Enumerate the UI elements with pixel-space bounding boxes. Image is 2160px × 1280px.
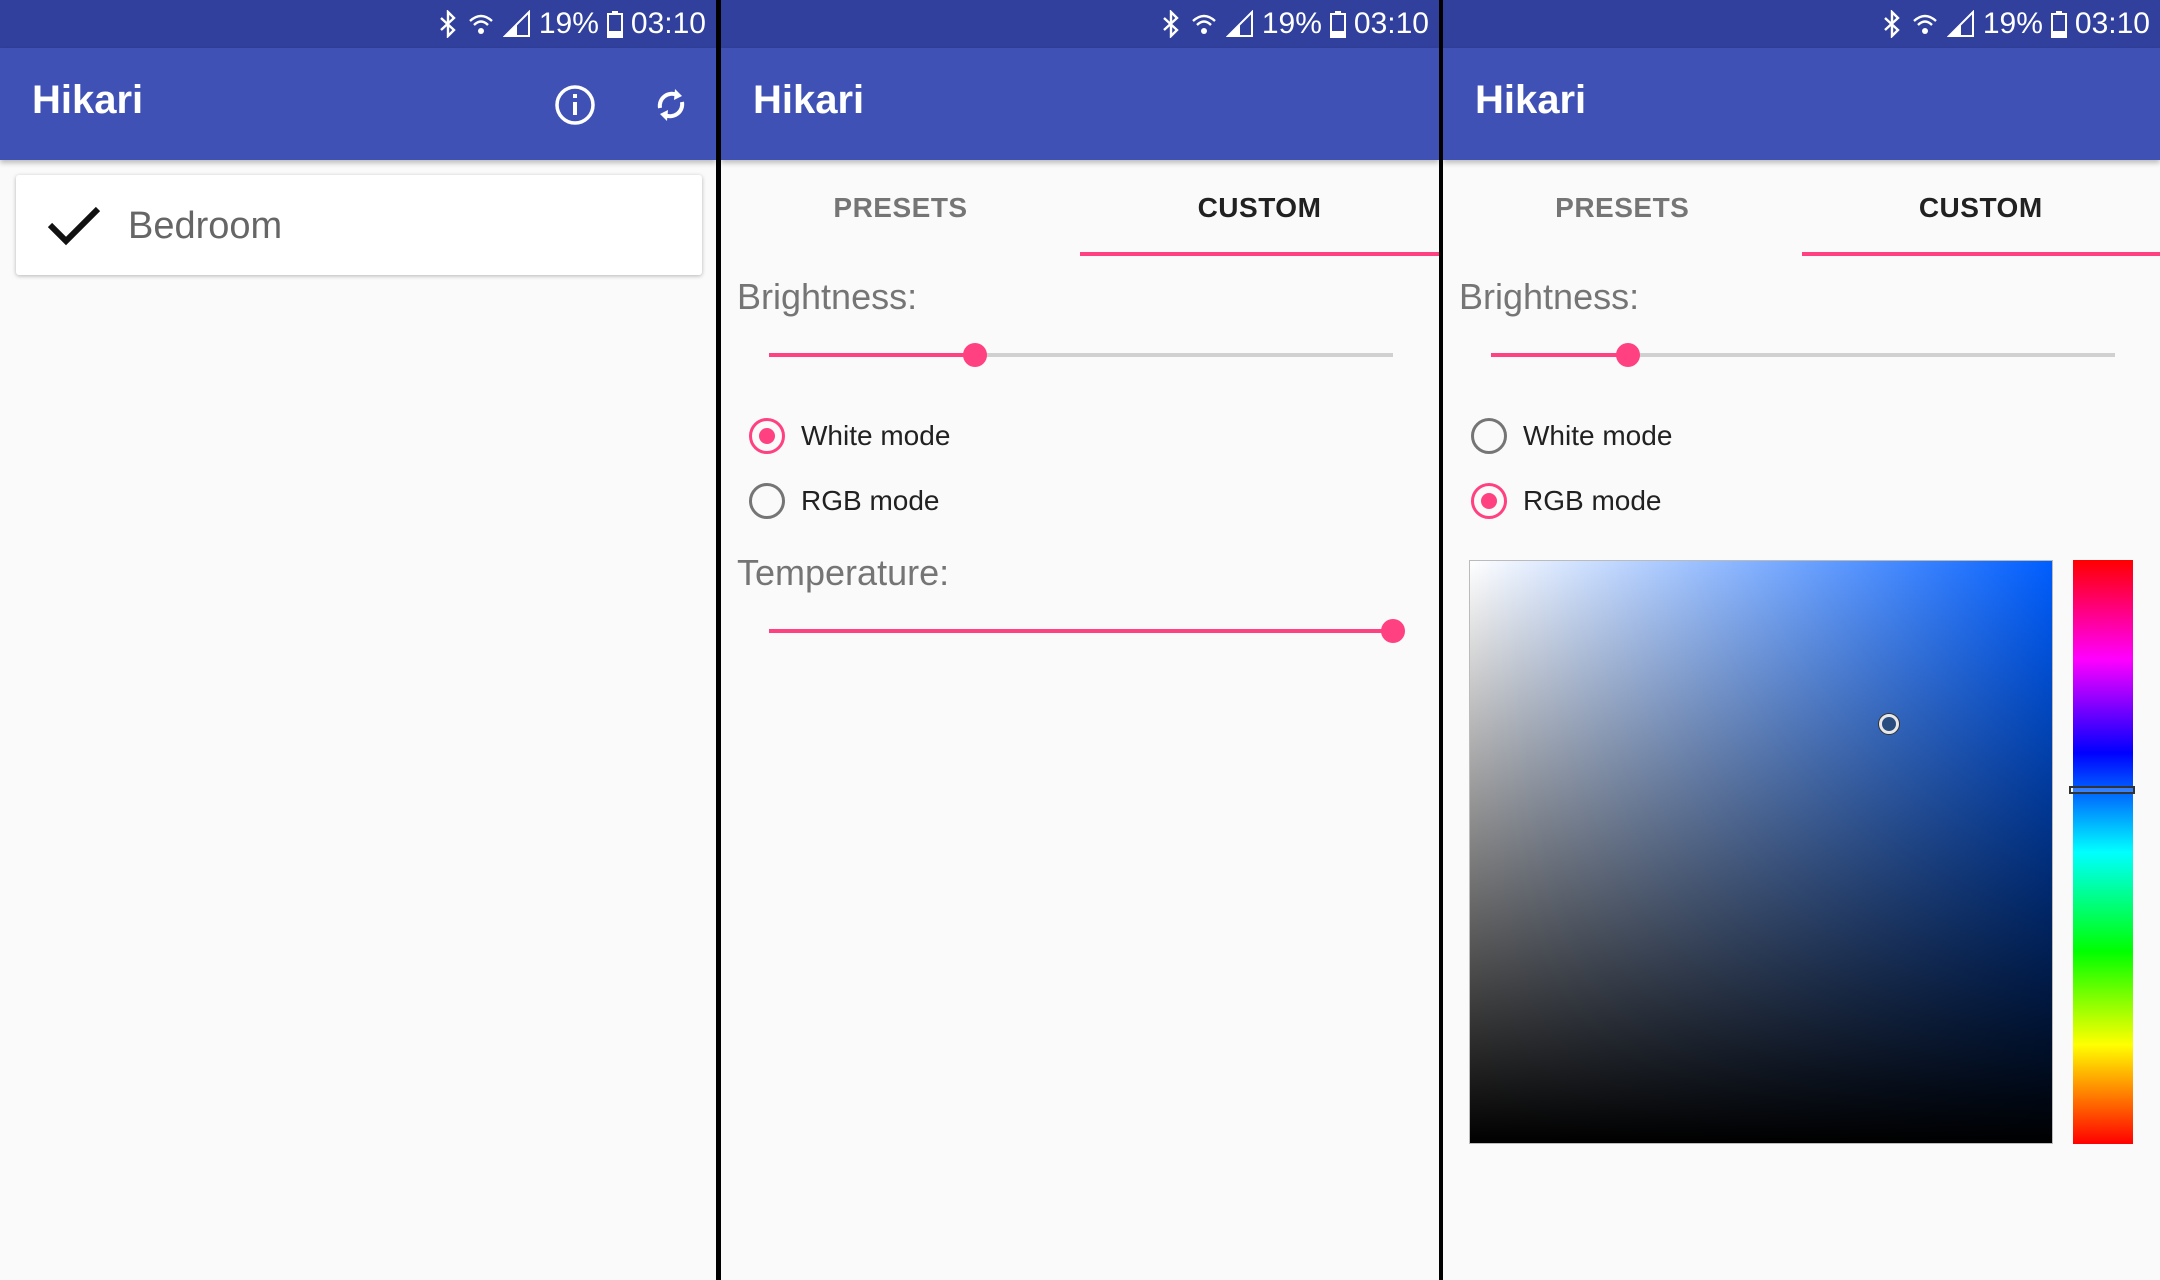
wifi-icon — [1913, 14, 1937, 34]
radio-button[interactable] — [749, 418, 785, 454]
wifi-icon — [1192, 14, 1216, 34]
brightness-label: Brightness: — [737, 276, 918, 317]
white-mode-radio[interactable]: White mode — [749, 411, 950, 461]
temperature-slider[interactable] — [769, 611, 1405, 651]
app-title: Hikari — [753, 78, 865, 122]
radio-label: RGB mode — [801, 485, 940, 516]
tab-custom[interactable]: CUSTOM — [1802, 160, 2160, 256]
bluetooth-icon — [440, 10, 456, 38]
signal-icon — [1225, 10, 1253, 37]
signal-icon — [1946, 10, 1974, 37]
refresh-icon[interactable] — [644, 78, 698, 132]
app-bar: Hikari — [1443, 48, 2160, 160]
bluetooth-icon — [1163, 10, 1179, 38]
app-title: Hikari — [32, 78, 144, 122]
status-bar: 19% 03:10 — [721, 0, 1439, 48]
battery-icon — [1329, 11, 1346, 38]
bluetooth-icon — [1884, 10, 1900, 38]
tab-indicator — [1801, 252, 2160, 256]
tab-presets[interactable]: PRESETS — [1443, 160, 1802, 256]
slider-thumb[interactable] — [1381, 619, 1405, 643]
battery-percent: 19% — [538, 7, 599, 40]
room-label: Bedroom — [128, 205, 283, 247]
battery-percent: 19% — [1982, 7, 2043, 40]
rgb-mode-radio[interactable]: RGB mode — [1471, 476, 1662, 526]
brightness-slider[interactable] — [1491, 335, 2115, 375]
radio-button[interactable] — [1471, 483, 1507, 519]
signal-icon — [502, 10, 530, 37]
battery-percent: 19% — [1261, 7, 1322, 40]
status-icons: 19% 03:10 — [1160, 0, 1429, 48]
tab-bar: PRESETS CUSTOM — [721, 160, 1439, 256]
hue-slider-handle[interactable] — [2069, 786, 2135, 795]
clock: 03:10 — [1353, 7, 1429, 40]
tab-bar: PRESETS CUSTOM — [1443, 160, 2160, 256]
rgb-mode-radio[interactable]: RGB mode — [749, 476, 940, 526]
clock: 03:10 — [630, 7, 706, 40]
slider-thumb[interactable] — [962, 343, 987, 367]
color-picker-cursor[interactable] — [1879, 713, 1900, 734]
clock: 03:10 — [2074, 7, 2150, 40]
temperature-label: Temperature: — [737, 552, 950, 593]
tab-presets[interactable]: PRESETS — [721, 160, 1080, 256]
status-bar: 19% 03:10 — [1443, 0, 2160, 48]
battery-icon — [606, 11, 623, 38]
saturation-value-picker[interactable] — [1469, 560, 2053, 1144]
tab-indicator — [1080, 252, 1439, 256]
app-bar: Hikari — [0, 48, 716, 160]
app-title: Hikari — [1475, 78, 1587, 122]
status-bar: 19% 03:10 — [0, 0, 716, 48]
rooms-screen: 19% 03:10 Hikari Bedroom — [0, 0, 716, 1280]
wifi-icon — [469, 14, 493, 34]
tab-custom[interactable]: CUSTOM — [1080, 160, 1439, 256]
radio-button[interactable] — [749, 483, 785, 519]
slider-thumb[interactable] — [1616, 343, 1641, 367]
brightness-label: Brightness: — [1459, 276, 1640, 317]
radio-button[interactable] — [1471, 418, 1507, 454]
battery-icon — [2050, 11, 2067, 38]
hue-slider[interactable] — [2069, 560, 2135, 1144]
custom-white-screen: 19% 03:10 Hikari PRESETS CUSTOM Brightne… — [721, 0, 1439, 1280]
white-mode-radio[interactable]: White mode — [1471, 411, 1672, 461]
screenshot-collage: 19% 03:10 Hikari Bedroom 19% 03:10 Hikar… — [0, 0, 2160, 1280]
status-icons: 19% 03:10 — [1881, 0, 2150, 48]
radio-label: White mode — [801, 420, 951, 451]
radio-label: RGB mode — [1523, 485, 1662, 516]
app-bar: Hikari — [721, 48, 1439, 160]
status-icons: 19% 03:10 — [437, 0, 706, 48]
room-card-bedroom[interactable]: Bedroom — [16, 175, 702, 275]
brightness-slider[interactable] — [769, 335, 1393, 375]
custom-rgb-screen: 19% 03:10 Hikari PRESETS CUSTOM Brightne… — [1443, 0, 2160, 1280]
check-icon — [47, 206, 101, 246]
info-icon[interactable] — [548, 78, 602, 132]
radio-label: White mode — [1523, 420, 1673, 451]
